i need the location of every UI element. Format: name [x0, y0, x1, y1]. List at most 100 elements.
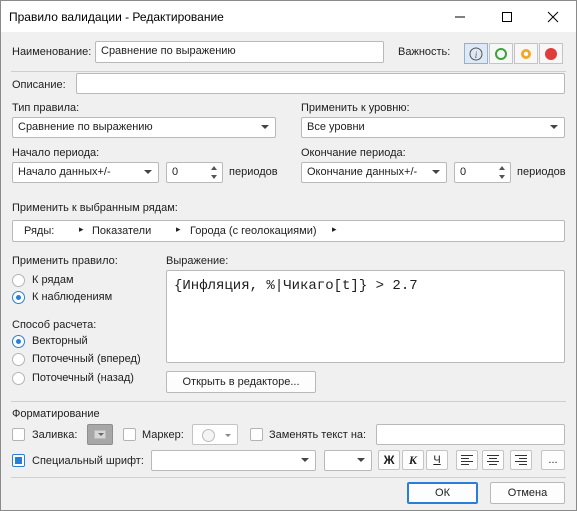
period-start-unit: периодов [229, 166, 278, 178]
replace-text-label: Заменять текст на: [269, 429, 367, 441]
bold-button[interactable]: Ж [378, 450, 400, 470]
minimize-icon [455, 16, 465, 17]
spin-up-icon[interactable] [499, 166, 505, 170]
maximize-button[interactable] [487, 1, 527, 32]
calc-backward-radio[interactable] [12, 372, 25, 385]
marker-checkbox[interactable] [123, 428, 136, 441]
period-start-combo-value: Начало данных+/- [18, 166, 111, 178]
apply-rule-label: Применить правило: [12, 255, 118, 267]
bold-icon: Ж [383, 453, 395, 467]
rows-label: Применить к выбранным рядам: [12, 202, 178, 214]
chevron-down-icon [261, 125, 269, 129]
fill-color-picker[interactable] [87, 424, 113, 445]
underline-icon: Ч [433, 454, 441, 466]
italic-button[interactable]: К [402, 450, 424, 470]
description-label: Описание: [12, 79, 66, 91]
apply-rule-rows-radio[interactable] [12, 274, 25, 287]
close-button[interactable] [533, 1, 573, 32]
breadcrumb-cities[interactable]: Города (с геолокациями) [190, 225, 317, 237]
name-label: Наименование: [12, 46, 92, 58]
ring-green-icon [495, 47, 507, 60]
align-left-button[interactable] [456, 450, 478, 470]
period-end-combo[interactable]: Окончание данных+/- [301, 162, 447, 183]
severity-red-button[interactable] [539, 43, 563, 64]
chevron-down-icon [432, 170, 440, 174]
expression-label: Выражение: [166, 255, 229, 267]
dialog-window: Правило валидации - Редактирование Наиме… [0, 0, 577, 511]
description-field[interactable] [76, 73, 565, 94]
period-start-num: 0 [172, 166, 179, 178]
calc-vector-label[interactable]: Векторный [32, 335, 88, 347]
window-title: Правило валидации - Редактирование [9, 10, 224, 24]
cancel-button[interactable]: Отмена [490, 482, 565, 504]
more-font-options-button[interactable]: ... [541, 450, 565, 470]
underline-button[interactable]: Ч [426, 450, 448, 470]
special-font-checkbox[interactable] [12, 454, 25, 467]
chevron-right-icon: ▸ [332, 224, 337, 234]
period-end-combo-value: Окончание данных+/- [307, 166, 418, 178]
align-center-button[interactable] [482, 450, 504, 470]
replace-text-field[interactable] [376, 424, 565, 445]
dot-red-icon [545, 47, 557, 60]
period-start-spinner[interactable]: 0 [166, 162, 223, 183]
chevron-right-icon: ▸ [79, 224, 84, 234]
align-center-icon [487, 455, 499, 465]
font-family-combo[interactable] [151, 450, 316, 471]
marker-picker[interactable] [192, 424, 238, 445]
divider [11, 477, 566, 478]
chevron-down-icon [225, 434, 231, 437]
apply-level-label: Применить к уровню: [301, 102, 410, 114]
chevron-down-icon [301, 458, 309, 462]
period-start-label: Начало периода: [12, 147, 100, 159]
chevron-down-icon [98, 433, 104, 436]
apply-level-combo[interactable]: Все уровни [301, 117, 565, 138]
apply-rule-observations-label[interactable]: К наблюдениям [32, 291, 112, 303]
name-value: Сравнение по выражению [101, 45, 236, 57]
align-right-button[interactable] [510, 450, 532, 470]
apply-rule-rows-label[interactable]: К рядам [32, 274, 74, 286]
rule-type-combo[interactable]: Сравнение по выражению [12, 117, 276, 138]
severity-orange-button[interactable] [514, 43, 538, 64]
severity-info-button[interactable]: i [464, 43, 488, 64]
calc-forward-radio[interactable] [12, 353, 25, 366]
replace-text-checkbox[interactable] [250, 428, 263, 441]
calc-forward-label[interactable]: Поточечный (вперед) [32, 353, 141, 365]
spin-down-icon[interactable] [499, 175, 505, 179]
severity-label: Важность: [398, 46, 451, 58]
breadcrumb-indicators[interactable]: Показатели [92, 225, 151, 237]
calc-backward-label[interactable]: Поточечный (назад) [32, 372, 134, 384]
marker-label: Маркер: [142, 429, 184, 441]
maximize-icon [502, 11, 512, 22]
severity-green-button[interactable] [489, 43, 513, 64]
open-editor-button[interactable]: Открыть в редакторе... [166, 371, 316, 393]
period-end-unit: периодов [517, 166, 566, 178]
fill-label: Заливка: [32, 429, 78, 441]
font-size-combo[interactable] [324, 450, 372, 471]
more-label: ... [548, 454, 558, 466]
breadcrumb-root[interactable]: Ряды: [24, 225, 54, 237]
minimize-button[interactable] [440, 1, 480, 32]
ok-button[interactable]: ОК [407, 482, 478, 504]
apply-rule-observations-radio[interactable] [12, 291, 25, 304]
period-start-combo[interactable]: Начало данных+/- [12, 162, 159, 183]
spin-down-icon[interactable] [211, 175, 217, 179]
calc-vector-radio[interactable] [12, 335, 25, 348]
expression-editor[interactable]: {Инфляция, %|Чикаго[t]} > 2.7 [166, 270, 565, 363]
period-end-label: Окончание периода: [301, 147, 406, 159]
chevron-right-icon: ▸ [176, 224, 181, 234]
spin-up-icon[interactable] [211, 166, 217, 170]
calc-method-label: Способ расчета: [12, 319, 97, 331]
name-field[interactable]: Сравнение по выражению [95, 41, 384, 63]
fill-checkbox[interactable] [12, 428, 25, 441]
svg-text:i: i [475, 50, 478, 60]
ring-orange-icon [521, 48, 531, 59]
chevron-down-icon [144, 170, 152, 174]
period-end-spinner[interactable]: 0 [454, 162, 511, 183]
title-bar: Правило валидации - Редактирование [1, 1, 576, 32]
period-end-num: 0 [460, 166, 467, 178]
divider [11, 401, 566, 402]
formatting-label: Форматирование [12, 408, 100, 420]
rule-type-label: Тип правила: [12, 102, 80, 114]
chevron-down-icon [357, 458, 365, 462]
apply-level-value: Все уровни [307, 121, 365, 133]
